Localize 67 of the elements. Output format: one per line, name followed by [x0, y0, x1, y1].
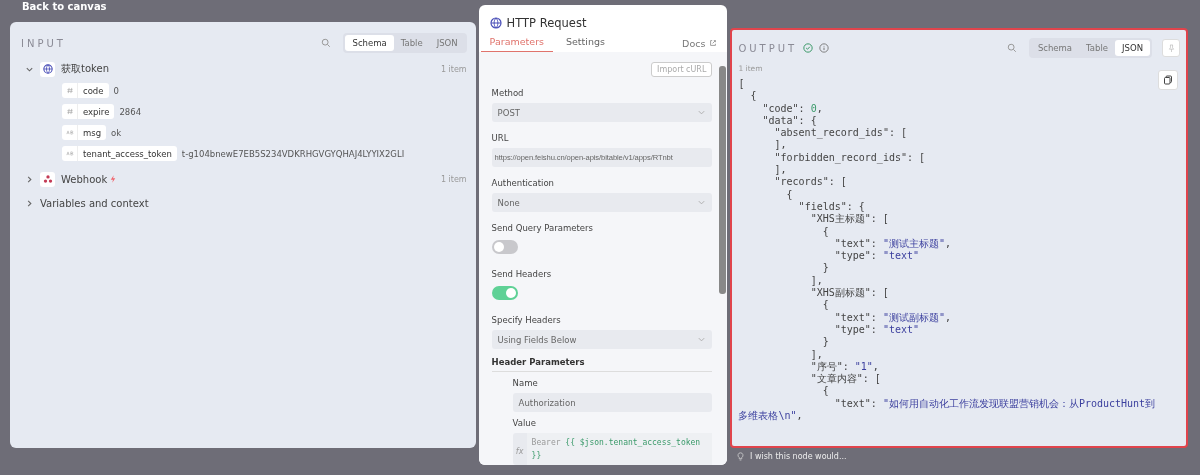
caret-icon [697, 198, 707, 207]
success-check-icon [803, 43, 814, 53]
header-name-field[interactable]: Authorization [512, 393, 713, 412]
toggle-switch[interactable] [491, 286, 518, 300]
chevron-icon[interactable] [25, 174, 34, 184]
external-link-icon[interactable] [709, 39, 718, 47]
parameter-label: URL [491, 133, 509, 143]
view-tab[interactable]: Schema [345, 35, 394, 51]
panel-title: OUTPUT [738, 42, 798, 54]
info-icon[interactable] [819, 43, 830, 53]
docs-link[interactable]: Docs [682, 37, 706, 49]
field-chip: tenant_access_token [62, 146, 177, 161]
node-icon [40, 61, 55, 77]
globe-icon [489, 17, 502, 29]
lightning-icon [110, 175, 117, 183]
node-name: 获取token [61, 62, 109, 76]
parameter-label: Method [491, 88, 524, 98]
caret-icon [697, 335, 707, 344]
field-value: t-g104bnewE7EB5S234VDKRHGVGYQHAJ4LYYIX2GLI [181, 148, 405, 159]
toggle-switch[interactable] [491, 240, 518, 254]
view-tab[interactable]: JSON [1115, 40, 1150, 56]
text-type-icon [65, 150, 74, 157]
parameter-label: Specify Headers [491, 315, 561, 325]
select-field[interactable]: Using Fields Below [491, 330, 713, 349]
settings-tab[interactable]: Settings [557, 33, 614, 53]
view-tab[interactable]: JSON [429, 35, 465, 51]
parameter-label: Name [512, 378, 538, 388]
variables-label[interactable]: Variables and context [40, 197, 149, 209]
node-name: Webhook [61, 173, 108, 185]
pin-icon [1167, 43, 1175, 53]
field-chip: code [62, 83, 109, 98]
back-to-canvas-link[interactable]: Back to canvas [22, 1, 107, 13]
select-field[interactable]: None [491, 193, 713, 212]
node-title: HTTP Request [506, 16, 587, 30]
search-icon[interactable] [321, 38, 332, 48]
feedback-link[interactable]: I wish this node would... [750, 452, 847, 461]
field-chip: expire [62, 104, 115, 119]
parameter-label: Send Query Parameters [491, 223, 593, 233]
parameter-label: Send Headers [491, 269, 552, 279]
text-type-icon [65, 129, 74, 136]
view-tab[interactable]: Schema [1030, 40, 1080, 56]
lightbulb-icon [737, 452, 744, 461]
view-tab[interactable]: Table [1079, 40, 1116, 56]
fx-label: fx [514, 446, 525, 458]
expression-field[interactable]: Bearer {{ $json.tenant_access_token }} [526, 433, 713, 465]
node-icon [40, 171, 55, 187]
section-heading: Header Parameters [491, 357, 713, 372]
field-value: 0 [113, 85, 119, 96]
field-chip: msg [62, 125, 107, 140]
pin-button[interactable] [1162, 39, 1180, 57]
item-count: 1 item [440, 64, 467, 74]
select-field[interactable]: POST [491, 103, 713, 122]
json-output: [ { "code": 0, "data": { "absent_record_ids": [ ], "forbidden_record_ids": [ ], "records": [ { "fields": { "XHS主标题": [ { "text": "测试主标题", "type": "text" } ], "XHS副标题": [ { "text": "测试副标题", "type": "text" } ], "序号": "1", "文章内容": [ { "text": "如何用自动化工作流发现联盟营销机会：从ProductHunt到多维表格\n", [738, 78, 1157, 423]
copy-button[interactable] [1158, 70, 1178, 90]
field-value: ok [111, 127, 122, 138]
field-value: 2864 [119, 106, 142, 117]
panel-title: INPUT [21, 37, 66, 49]
chevron-icon[interactable] [25, 198, 34, 208]
hash-icon [65, 87, 74, 94]
parameter-label: Authentication [491, 178, 554, 188]
parameter-label: Value [512, 418, 536, 428]
item-count: 1 item [440, 174, 467, 184]
search-icon[interactable] [1006, 43, 1017, 53]
copy-icon [1163, 75, 1173, 85]
caret-icon [697, 108, 707, 117]
hash-icon [65, 108, 74, 115]
view-tab[interactable]: Table [393, 35, 430, 51]
